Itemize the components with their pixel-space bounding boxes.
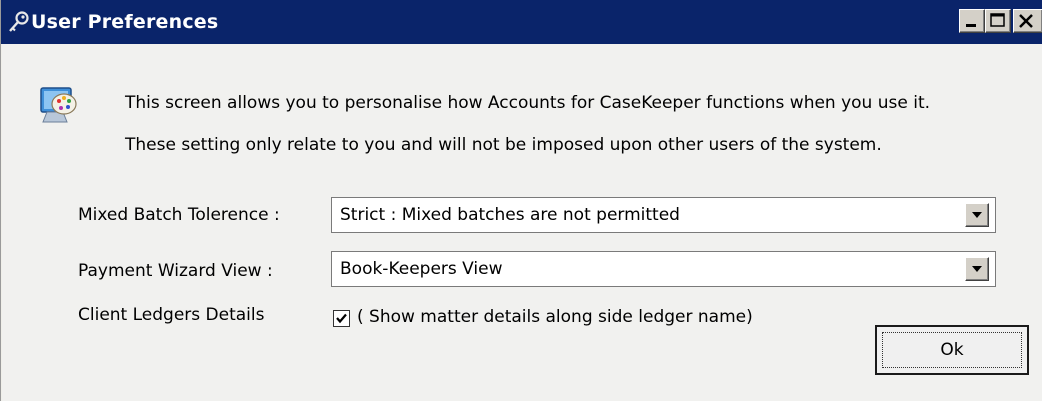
maximize-icon (990, 13, 1005, 27)
payment-wizard-value: Book-Keepers View (340, 259, 503, 279)
chevron-down-icon (972, 212, 982, 218)
ok-button-label: Ok (940, 340, 964, 360)
maximize-button[interactable] (985, 9, 1011, 33)
title-bar[interactable]: User Preferences (1, 0, 1042, 44)
payment-wizard-label: Payment Wizard View : (78, 261, 273, 281)
display-settings-icon (40, 87, 77, 123)
info-text-line-1: This screen allows you to personalise ho… (125, 93, 931, 113)
mixed-batch-dropdown[interactable]: Strict : Mixed batches are not permitted (331, 197, 996, 233)
mixed-batch-value: Strict : Mixed batches are not permitted (340, 205, 680, 225)
client-ledgers-checkbox-label[interactable]: ( Show matter details along side ledger … (357, 306, 753, 328)
payment-wizard-dropdown-button[interactable] (965, 257, 989, 281)
minimize-button[interactable] (959, 9, 985, 33)
client-ledgers-checkbox[interactable] (333, 310, 350, 327)
mixed-batch-dropdown-button[interactable] (965, 203, 989, 227)
payment-wizard-dropdown[interactable]: Book-Keepers View (331, 251, 996, 287)
close-icon (1019, 14, 1033, 28)
close-button[interactable] (1013, 9, 1042, 33)
checkmark-icon (336, 313, 347, 324)
mixed-batch-label: Mixed Batch Tolerence : (78, 205, 280, 225)
info-text-line-2: These setting only relate to you and wil… (125, 135, 882, 155)
minimize-icon (966, 24, 976, 27)
user-preferences-window: User Preferences This screen allows you … (0, 0, 1042, 401)
chevron-down-icon (972, 266, 982, 272)
ok-button[interactable]: Ok (875, 325, 1029, 375)
client-ledgers-label: Client Ledgers Details (78, 305, 265, 325)
window-title: User Preferences (31, 11, 219, 33)
key-icon (9, 11, 29, 32)
